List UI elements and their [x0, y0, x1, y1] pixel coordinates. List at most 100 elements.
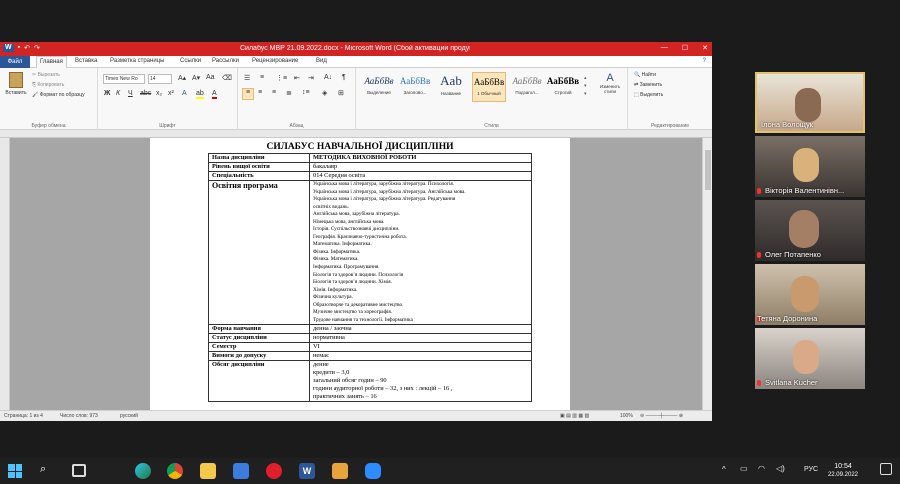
chrome-icon[interactable]	[167, 463, 183, 479]
borders-icon[interactable]: ⊞	[338, 89, 344, 97]
redo-icon[interactable]: ↷	[34, 44, 40, 52]
zoom-app-icon[interactable]	[365, 463, 381, 479]
change-case-icon[interactable]: Aa	[206, 74, 215, 81]
italic-icon[interactable]: К	[116, 90, 120, 97]
network-icon[interactable]: ▭	[740, 464, 748, 473]
row-value[interactable]: немає	[309, 351, 532, 362]
row-label[interactable]: Обсяг дисципліни	[208, 360, 310, 403]
row-value[interactable]: бакалавр	[309, 162, 532, 172]
row-value[interactable]: VI	[309, 342, 532, 353]
file-explorer-icon[interactable]	[200, 463, 216, 479]
row-value[interactable]: 014 Середня освіта	[309, 171, 532, 181]
style-normal[interactable]: АаБбВв 1 Обычный	[472, 72, 506, 102]
style-subtitle[interactable]: АаБбВв Подзагол...	[510, 72, 544, 102]
bold-icon[interactable]: Ж	[104, 90, 110, 97]
volume-icon[interactable]: ◁)	[776, 464, 785, 473]
style-heading[interactable]: АаБбВв Заголово...	[398, 72, 432, 102]
language-indicator[interactable]: русский	[120, 413, 138, 419]
store-icon[interactable]	[233, 463, 249, 479]
view-buttons[interactable]: ▣ ▤ ▥ ▦ ▧	[560, 413, 589, 419]
tab-insert[interactable]: Вставка	[75, 58, 97, 64]
row-value[interactable]: нормативна	[309, 333, 532, 344]
style-title[interactable]: Aab Название	[434, 72, 468, 102]
cut-button[interactable]: ✂ Вырезать	[32, 72, 60, 78]
row-label[interactable]: Статус дисципліни	[208, 333, 310, 344]
tab-review[interactable]: Рецензирование	[252, 58, 298, 64]
text-effects-icon[interactable]: A	[182, 90, 187, 97]
shrink-font-icon[interactable]: A▾	[192, 74, 200, 82]
participant-tile[interactable]: Ілона Волощук	[755, 72, 865, 133]
format-painter-button[interactable]: 🖌 Формат по образцу	[32, 92, 85, 98]
styles-scroll-icon[interactable]: ▴ ▾ ▾	[584, 74, 587, 98]
vertical-ruler[interactable]	[0, 138, 10, 410]
maximize-icon[interactable]: ☐	[682, 44, 688, 52]
grow-font-icon[interactable]: A▴	[178, 74, 186, 82]
row-label[interactable]: Назва дисципліни	[208, 153, 310, 163]
row-value[interactable]: денна / заочна	[309, 324, 532, 335]
line-spacing-icon[interactable]: ↕≡	[302, 89, 310, 96]
word-count[interactable]: Число слов: 973	[60, 413, 98, 419]
participant-tile[interactable]: Svitlana Kucher	[755, 328, 865, 389]
style-strong[interactable]: АаБбВв Строгий	[546, 72, 580, 102]
horizontal-ruler[interactable]	[0, 130, 712, 138]
font-color-icon[interactable]: A	[212, 90, 217, 99]
sort-icon[interactable]: A↓	[324, 74, 332, 81]
row-value[interactable]: Українська мова і література, зарубіжна …	[309, 179, 532, 326]
align-center-icon[interactable]: ≡	[258, 89, 262, 96]
document-page[interactable]: СИЛАБУС НАВЧАЛЬНОЇ ДИСЦИПЛІНИ Назва дисц…	[150, 138, 570, 410]
row-label[interactable]: Освітня програма	[208, 179, 310, 326]
row-value[interactable]: денне кредити – 3,0 загальний обсяг годин …	[309, 360, 532, 403]
tray-chevron-icon[interactable]: ^	[722, 465, 726, 474]
zoom-slider[interactable]: ⊖ ────┼──── ⊕	[640, 413, 683, 419]
files-icon[interactable]	[332, 463, 348, 479]
clock[interactable]: 10:54 22.09.2022	[828, 462, 858, 480]
row-label[interactable]: Рівень вищої освіти	[208, 162, 310, 172]
notifications-icon[interactable]	[880, 463, 892, 475]
tab-mailings[interactable]: Рассылки	[212, 58, 239, 64]
search-icon[interactable]: ⌕	[40, 463, 46, 476]
align-left-icon[interactable]: ≡	[242, 88, 254, 100]
vertical-scrollbar[interactable]	[702, 138, 712, 410]
subscript-icon[interactable]: x₂	[156, 90, 162, 97]
strike-icon[interactable]: abc	[140, 90, 151, 97]
start-icon[interactable]	[8, 464, 22, 478]
opera-icon[interactable]	[266, 463, 282, 479]
row-label[interactable]: Семестр	[208, 342, 310, 353]
select-button[interactable]: ⬚ Выделить	[634, 92, 663, 98]
wifi-icon[interactable]: ◠	[758, 464, 765, 473]
superscript-icon[interactable]: x²	[168, 90, 174, 97]
tab-home[interactable]: Главная	[36, 56, 67, 68]
minimize-icon[interactable]: —	[661, 44, 668, 52]
tab-view[interactable]: Вид	[316, 58, 327, 64]
participant-tile[interactable]: Олег Потапенко	[755, 200, 865, 261]
clear-format-icon[interactable]: ⌫	[222, 74, 232, 82]
paste-button[interactable]: Вставить	[4, 72, 28, 96]
style-emphasis[interactable]: АаБбВв Выделение	[362, 72, 396, 102]
undo-icon[interactable]: ↶	[24, 44, 30, 52]
change-styles-button[interactable]: A Изменить стили	[594, 72, 626, 94]
row-label[interactable]: Вимоги до допуску	[208, 351, 310, 362]
tab-page-layout[interactable]: Разметка страницы	[110, 58, 164, 64]
zoom-level[interactable]: 100%	[620, 413, 633, 419]
keyboard-language[interactable]: РУС	[804, 466, 818, 473]
multilevel-icon[interactable]: ⋮≡	[276, 74, 287, 82]
row-label[interactable]: Спеціальність	[208, 171, 310, 181]
font-size-select[interactable]: 14	[148, 74, 172, 84]
help-icon[interactable]: ?	[703, 58, 706, 64]
justify-icon[interactable]: ≣	[286, 89, 292, 97]
align-right-icon[interactable]: ≡	[272, 89, 276, 96]
replace-button[interactable]: ⇄ Заменить	[634, 82, 662, 88]
scroll-thumb[interactable]	[705, 150, 711, 190]
tab-file[interactable]: Файл	[0, 56, 30, 68]
find-button[interactable]: 🔍 Найти	[634, 72, 656, 78]
pilcrow-icon[interactable]: ¶	[342, 74, 346, 81]
font-name-select[interactable]: Times New Ro	[103, 74, 145, 84]
save-icon[interactable]: ▪	[18, 44, 20, 52]
highlight-icon[interactable]: ab	[196, 90, 204, 99]
close-icon[interactable]: ✕	[702, 44, 708, 52]
row-label[interactable]: Форма навчання	[208, 324, 310, 335]
increase-indent-icon[interactable]: ⇥	[308, 74, 314, 82]
copy-button[interactable]: ⎘ Копировать	[32, 82, 64, 88]
participant-tile[interactable]: Тетяна Доронина	[755, 264, 865, 325]
numbering-icon[interactable]: ≡	[260, 74, 264, 81]
